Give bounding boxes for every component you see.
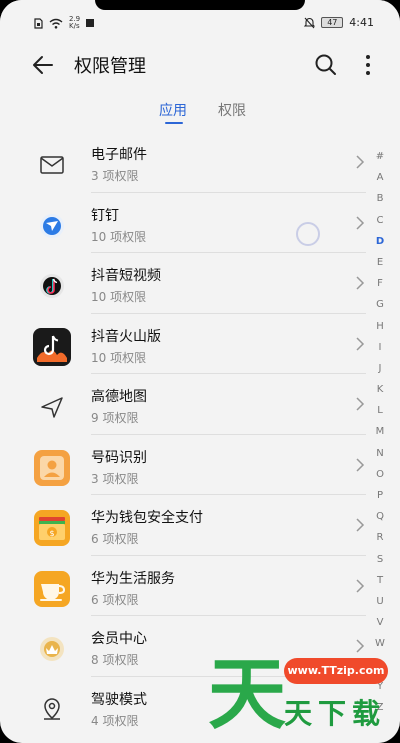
permission-count: 8 项权限 [91,653,139,667]
alphabet-letter[interactable]: D [370,231,390,252]
chevron-right-icon [356,336,365,351]
tab-active-indicator [165,122,183,124]
permission-count: 3 项权限 [91,471,139,486]
caller-id-icon [34,449,70,486]
network-speed-unit: K/s [69,22,80,30]
alphabet-letter[interactable]: P [370,485,390,506]
alphabet-letter[interactable]: A [370,167,390,188]
search-icon[interactable] [313,52,339,78]
alphabet-letter[interactable]: K [370,379,390,400]
list-item[interactable]: 号码识别 3 项权限 [0,435,400,495]
tab-permissions[interactable]: 权限 [218,100,246,120]
app-name: 钉钉 [91,207,119,224]
driving-mode-icon [44,697,60,720]
svg-text:$: $ [49,529,54,538]
huawei-wallet-icon: $ [34,510,70,546]
alphabet-letter[interactable]: I [370,337,390,358]
tab-apps[interactable]: 应用 [159,100,187,120]
alphabet-letter[interactable]: V [370,612,390,633]
status-right: 47 4:41 [304,16,374,29]
alphabet-letter[interactable]: N [370,443,390,464]
alphabet-letter[interactable]: Q [370,506,390,527]
chevron-right-icon [356,578,365,593]
alphabet-letter[interactable]: H [370,316,390,337]
screen: 2.9 K/s 47 4:41 权限管理 应用 权限 电子邮件 3 项权限 钉钉… [0,0,400,743]
list-item[interactable]: 电子邮件 3 项权限 [0,132,400,193]
permission-count: 3 项权限 [91,169,139,183]
chevron-right-icon [356,457,365,472]
permission-count: 10 项权限 [91,290,147,304]
watermark-text: 天下载 [284,697,387,730]
alphabet-letter[interactable]: R [370,527,390,548]
app-name: 号码识别 [91,449,147,466]
mail-icon [40,156,64,174]
page-title: 权限管理 [74,56,146,77]
app-list: 电子邮件 3 项权限 钉钉 10 项权限 抖音短视频 10 项权限 抖音火山版 … [0,132,400,737]
chevron-right-icon [356,397,365,411]
list-item[interactable]: 抖音火山版 10 项权限 [0,314,400,374]
permission-count: 4 项权限 [91,713,139,728]
permission-count: 6 项权限 [91,592,139,607]
douyin-huoshan-icon [33,327,71,366]
alphabet-letter[interactable]: # [370,146,390,167]
chevron-right-icon [356,518,365,532]
huawei-life-icon [34,570,70,607]
status-bar: 2.9 K/s 47 4:41 [0,0,400,40]
alphabet-letter[interactable]: U [370,591,390,612]
app-name: 电子邮件 [91,147,147,163]
chevron-right-icon [356,215,365,230]
alphabet-letter[interactable]: G [370,294,390,315]
app-name: 驾驶模式 [91,691,147,708]
amap-icon [41,397,63,418]
app-name: 高德地图 [91,389,147,405]
app-name: 华为生活服务 [91,570,175,587]
app-name: 抖音短视频 [91,268,161,284]
wifi-icon [49,18,63,29]
list-item[interactable]: 华为生活服务 6 项权限 [0,556,400,616]
member-center-icon [40,637,64,661]
sim-card-icon [34,17,43,29]
list-item[interactable]: 钉钉 10 项权限 [0,193,400,253]
alphabet-letter[interactable]: M [370,421,390,442]
alphabet-index[interactable]: #ABCDEFGHIJKLMNOPQRSTUVWXYZ [370,146,390,718]
alphabet-letter[interactable]: F [370,273,390,294]
back-arrow-icon[interactable] [30,52,56,78]
mute-bell-icon [304,17,316,28]
more-vertical-icon[interactable] [358,52,378,78]
permission-count: 6 项权限 [91,532,139,546]
watermark-logo: 天 www.TTzip.com 天下载 [208,650,400,743]
watermark-big-char: 天 [208,650,287,740]
touch-indicator [296,222,320,246]
alphabet-letter[interactable]: E [370,252,390,273]
watermark-url: www.TTzip.com [284,658,388,684]
app-name: 华为钱包安全支付 [91,510,203,526]
alphabet-letter[interactable]: S [370,549,390,570]
alphabet-letter[interactable]: B [370,188,390,209]
douyin-icon [40,274,64,298]
list-item[interactable]: 抖音短视频 10 项权限 [0,253,400,314]
alphabet-letter[interactable]: O [370,464,390,485]
camera-notch [95,0,305,10]
tab-bar: 应用 权限 [0,96,400,130]
list-item[interactable]: 高德地图 9 项权限 [0,374,400,435]
status-left: 2.9 K/s [34,16,95,30]
alphabet-letter[interactable]: C [370,210,390,231]
clock: 4:41 [349,16,374,29]
dingtalk-icon [40,213,64,238]
permission-count: 10 项权限 [91,350,147,365]
alphabet-letter[interactable]: T [370,570,390,591]
permission-count: 10 项权限 [91,229,147,244]
app-header: 权限管理 [0,40,400,90]
alphabet-letter[interactable]: J [370,358,390,379]
app-name: 抖音火山版 [91,328,161,345]
notification-icon [86,19,95,27]
battery-indicator: 47 [321,17,344,28]
alphabet-letter[interactable]: L [370,400,390,421]
permission-count: 9 项权限 [91,411,139,425]
app-name: 会员中心 [91,631,147,647]
network-speed: 2.9 K/s [69,16,80,30]
list-item[interactable]: $ 华为钱包安全支付 6 项权限 [0,495,400,556]
chevron-right-icon [356,276,365,290]
chevron-right-icon [356,155,365,169]
